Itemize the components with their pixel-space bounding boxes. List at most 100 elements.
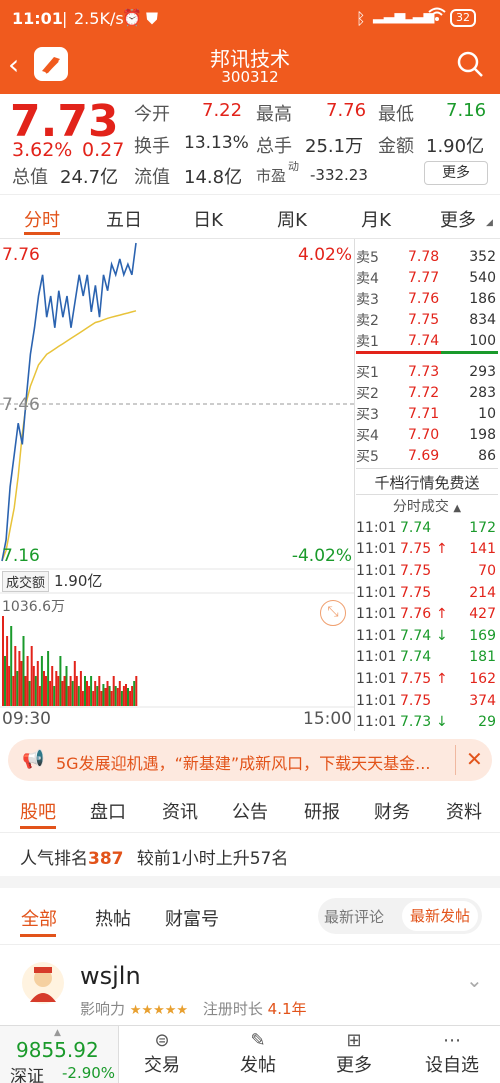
- avatar[interactable]: [22, 962, 64, 1004]
- tab-5day[interactable]: 五日: [94, 206, 154, 232]
- close-icon[interactable]: ✕: [466, 747, 483, 771]
- volume-bar: [75, 676, 78, 706]
- tick-price: 7.75: [400, 692, 432, 709]
- tick-volume: 427: [469, 606, 496, 623]
- tab-daily-k[interactable]: 日K: [178, 206, 238, 232]
- volume-value: 25.1万: [305, 136, 364, 157]
- bids-row[interactable]: 买3 7.71 10: [356, 403, 498, 424]
- volume-bars: [2, 616, 138, 706]
- back-icon[interactable]: ‹: [8, 48, 19, 81]
- more-button[interactable]: ⊞ 更多: [322, 1030, 386, 1077]
- asks-row[interactable]: 卖1 7.74 100: [356, 330, 498, 351]
- volume-bar: [110, 691, 113, 706]
- promo-banner[interactable]: 📢 5G发展迎机遇，“新基建”成新风口，下载天天基金... ✕: [8, 739, 492, 781]
- book-volume: 198: [469, 426, 496, 443]
- tab-notices[interactable]: 公告: [222, 798, 278, 824]
- mktcap-label: 总值: [12, 167, 48, 188]
- volume-bar: [45, 676, 47, 706]
- book-label: 卖3: [356, 291, 379, 308]
- tick-row: 11:01 7.75 ↑ 141: [356, 539, 498, 561]
- bids-row[interactable]: 买2 7.72 283: [356, 382, 498, 403]
- ellipsis-icon: ⋯: [443, 1030, 461, 1051]
- volume-bar: [6, 636, 9, 706]
- trade-label: 交易: [144, 1055, 180, 1076]
- chevron-down-icon[interactable]: ⌄: [466, 968, 483, 992]
- promo-link[interactable]: 千档行情免费送: [356, 472, 498, 493]
- sort-latest-comment[interactable]: 最新评论: [324, 906, 384, 927]
- expand-chart-icon[interactable]: ⤡: [320, 600, 346, 626]
- post-username[interactable]: wsjln: [80, 962, 141, 990]
- asks-row[interactable]: 卖3 7.76 186: [356, 288, 498, 309]
- feed-tab-wealth[interactable]: 财富号: [160, 905, 224, 931]
- tab-intraday[interactable]: 分时: [12, 206, 72, 232]
- caret-up-icon: ▲: [54, 1028, 61, 1038]
- tab-weekly-k[interactable]: 周K: [262, 206, 322, 232]
- tab-guba[interactable]: 股吧: [10, 798, 66, 824]
- index-widget[interactable]: ▲ 9855.92 深证 -2.90%: [0, 1026, 118, 1083]
- sort-latest-post[interactable]: 最新发帖: [402, 901, 478, 931]
- book-ratio-bar: [356, 351, 498, 354]
- stock-code: 300312: [221, 68, 279, 86]
- ticks-header[interactable]: 分时成交 ▲: [356, 496, 498, 516]
- volume-bar: [28, 681, 31, 706]
- tab-pankou[interactable]: 盘口: [80, 798, 136, 824]
- tab-more[interactable]: 更多: [428, 206, 488, 232]
- tab-monthly-k[interactable]: 月K: [346, 206, 406, 232]
- post-meta: 影响力 ★★★★★ 注册时长 4.1年: [80, 998, 307, 1019]
- signal-icon: ▂▃▅: [373, 8, 406, 24]
- index-value: 9855.92: [16, 1038, 99, 1062]
- chart-end-time: 15:00: [303, 709, 352, 729]
- add-watchlist-button[interactable]: ⋯ 设自选: [414, 1030, 490, 1077]
- ticks-label: 分时成交: [392, 499, 449, 515]
- tab-profile[interactable]: 资料: [436, 798, 492, 824]
- book-label: 买1: [356, 364, 379, 381]
- volume-bar: [26, 656, 29, 706]
- change-percent: 3.62%: [12, 139, 73, 161]
- more-quote-button[interactable]: 更多: [424, 161, 488, 185]
- battery-icon: 32: [450, 9, 476, 27]
- feed-tab-all[interactable]: 全部: [14, 905, 64, 931]
- asks-row[interactable]: 卖4 7.77 540: [356, 267, 498, 288]
- book-volume: 540: [469, 269, 496, 286]
- asks-row[interactable]: 卖2 7.75 834: [356, 309, 498, 330]
- bids-row[interactable]: 买4 7.70 198: [356, 424, 498, 445]
- volume-bar: [14, 646, 17, 706]
- asks-row[interactable]: 卖5 7.78 352: [356, 246, 498, 267]
- chart-tabs: 分时 五日 日K 周K 月K 更多 ◢: [0, 196, 500, 238]
- ticks-list: 11:01 7.74 172 11:01 7.75 ↑ 141 11:01 7.75 70 11:0…: [356, 517, 498, 733]
- bids-row[interactable]: 买1 7.73 293: [356, 361, 498, 382]
- bids-row[interactable]: 买5 7.69 86: [356, 445, 498, 466]
- status-divider: |: [62, 9, 68, 28]
- post-button[interactable]: ✎ 发帖: [226, 1030, 290, 1077]
- tick-time: 11:01: [356, 519, 397, 536]
- index-change: -2.90%: [62, 1064, 116, 1082]
- volume-bar: [12, 676, 15, 706]
- volume-bar: [118, 681, 121, 706]
- tick-row: 11:01 7.74 181: [356, 647, 498, 669]
- feed-tab-hot[interactable]: 热帖: [88, 905, 138, 931]
- search-icon[interactable]: [456, 50, 484, 82]
- book-price: 7.72: [408, 384, 440, 401]
- tick-volume: 162: [469, 670, 496, 687]
- volume-bar: [112, 676, 115, 706]
- intraday-chart[interactable]: 7.76 4.02% 7.46 7.16 -4.02% 成交额 1.90亿 10…: [0, 239, 354, 731]
- book-volume: 186: [469, 290, 496, 307]
- volume-bar: [133, 681, 136, 706]
- chart-top-pct: 4.02%: [297, 245, 352, 265]
- ticks-expand-icon: ▲: [453, 503, 462, 514]
- reg-label: 注册时长: [202, 1000, 263, 1018]
- book-price: 7.70: [408, 426, 440, 443]
- wifi-icon: [428, 7, 446, 27]
- tick-price: 7.75: [400, 584, 432, 601]
- tab-research[interactable]: 研报: [294, 798, 350, 824]
- tick-volume: 181: [469, 649, 496, 666]
- volume-amount-label: 成交额: [2, 571, 50, 592]
- volume-bar: [67, 686, 70, 706]
- tab-finance[interactable]: 财务: [364, 798, 420, 824]
- divider: [118, 1026, 119, 1083]
- book-price: 7.76: [408, 290, 440, 307]
- trade-button[interactable]: ⊜ 交易: [130, 1030, 194, 1077]
- amount-value: 1.90亿: [426, 136, 485, 157]
- tab-news[interactable]: 资讯: [152, 798, 208, 824]
- pe-sup: 动: [288, 160, 299, 173]
